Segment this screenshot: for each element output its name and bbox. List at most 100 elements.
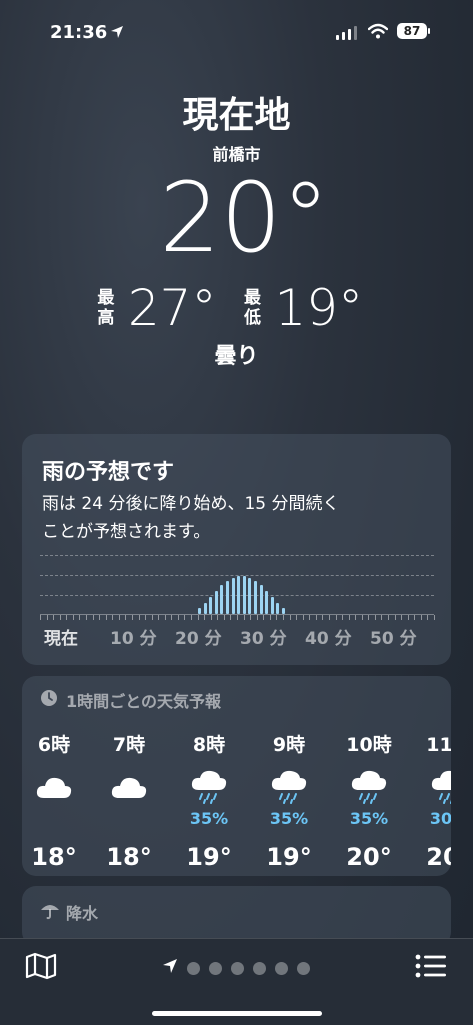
- axis-tick: [204, 615, 205, 620]
- axis-tick: [79, 615, 80, 620]
- clock-icon: [40, 689, 58, 711]
- rain-title: 雨の予想です: [42, 460, 175, 485]
- axis-tick: [47, 615, 48, 620]
- axis-tick: [349, 615, 350, 620]
- rain-bar: [260, 585, 263, 614]
- high-temperature: 27°: [127, 279, 217, 337]
- precip-chance: 35%: [189, 809, 229, 828]
- hourly-forecast-card[interactable]: 1時間ごとの天気予報 6時 18° 7時 18° 8時 35% 19° 9時 35% 19° 10時…: [22, 676, 451, 876]
- precip-chance: 35%: [269, 809, 309, 828]
- precip-chance: [94, 809, 164, 829]
- grid-line: [40, 555, 434, 556]
- precip-chance: [22, 809, 89, 829]
- axis-tick: [395, 615, 396, 620]
- axis-label: 50 分: [370, 629, 417, 649]
- list-button[interactable]: [414, 951, 448, 985]
- hour-label: 9時: [272, 734, 306, 756]
- hour-label: 10時: [346, 734, 392, 756]
- hour-temperature: 20°: [346, 843, 392, 871]
- cloud-rain-icon: [254, 757, 324, 817]
- map-icon: [25, 952, 57, 980]
- page-indicator[interactable]: [162, 958, 310, 978]
- axis-tick: [237, 615, 238, 620]
- axis-tick: [217, 615, 218, 620]
- axis-tick: [296, 615, 297, 620]
- location-title: 現在地: [182, 95, 291, 136]
- high-label: 最高: [97, 288, 115, 328]
- axis-tick: [158, 615, 159, 620]
- hourly-item: 6時 18°: [22, 730, 89, 871]
- list-icon: [415, 954, 446, 978]
- axis-tick: [309, 615, 310, 620]
- axis-label: 40 分: [305, 629, 352, 649]
- axis-tick: [99, 615, 100, 620]
- axis-tick: [257, 615, 258, 620]
- rain-bar: [220, 585, 223, 614]
- axis-tick: [191, 615, 192, 620]
- bottom-toolbar: [0, 938, 473, 1025]
- precipitation-card[interactable]: 降水: [22, 886, 451, 946]
- axis-label: 20 分: [175, 629, 222, 649]
- high-low-row: 最高 27° 最低 19°: [0, 278, 473, 338]
- axis-tick: [145, 615, 146, 620]
- page-dot[interactable]: [187, 961, 200, 975]
- low-label: 最低: [244, 288, 261, 328]
- axis-tick: [119, 615, 120, 620]
- rain-bar: [254, 581, 257, 614]
- hour-temperature: 19°: [186, 843, 232, 871]
- precip-header: 降水: [40, 900, 98, 924]
- axis-tick: [303, 615, 304, 620]
- cloud-icon: [94, 757, 164, 817]
- home-indicator[interactable]: [152, 1011, 322, 1016]
- umbrella-icon: [40, 900, 60, 924]
- page-dot[interactable]: [253, 961, 266, 975]
- rain-bar: [198, 608, 201, 614]
- axis-tick: [230, 615, 231, 620]
- precip-title: 降水: [66, 904, 99, 923]
- axis-tick: [86, 615, 87, 620]
- axis-tick: [125, 615, 126, 620]
- cellular-signal-icon: [336, 26, 357, 40]
- axis-tick: [224, 615, 225, 620]
- axis-tick: [276, 615, 277, 620]
- rain-bar: [209, 597, 212, 614]
- axis-tick: [408, 615, 409, 620]
- rain-forecast-card[interactable]: 雨の予想です 雨は 24 分後に降り始め、15 分間続く ことが予想されます。 …: [22, 434, 451, 665]
- page-dot[interactable]: [231, 961, 244, 975]
- hour-label: 6時: [37, 734, 71, 756]
- hour-temperature: 18°: [106, 843, 152, 871]
- current-temperature: 20°: [159, 162, 330, 274]
- hourly-item: 7時 18°: [94, 730, 164, 871]
- axis-tick: [263, 615, 264, 620]
- hourly-item: 9時 35% 19°: [254, 730, 324, 871]
- axis-ticks: [40, 615, 435, 621]
- axis-tick: [342, 615, 343, 620]
- hourly-item: 10時 35% 20°: [334, 730, 404, 871]
- axis-tick: [66, 615, 67, 620]
- hour-temperature: 19°: [266, 843, 312, 871]
- rain-bar: [276, 603, 279, 614]
- axis-tick: [270, 615, 271, 620]
- page-dot[interactable]: [275, 961, 288, 975]
- hourly-item: 11時 30% 20°: [414, 730, 451, 871]
- battery-level: 87: [397, 23, 427, 39]
- page-dot[interactable]: [297, 961, 310, 975]
- axis-tick: [178, 615, 179, 620]
- precip-chance: 35%: [349, 809, 389, 828]
- rain-description-line: ことが予想されます。: [42, 522, 211, 542]
- map-button[interactable]: [24, 951, 58, 985]
- page-dot[interactable]: [209, 961, 222, 975]
- hourly-item: 8時 35% 19°: [174, 730, 244, 871]
- axis-tick: [368, 615, 369, 620]
- rain-bar: [248, 578, 251, 614]
- axis-tick: [362, 615, 363, 620]
- hour-label: 11時: [426, 734, 451, 756]
- axis-tick: [434, 615, 435, 620]
- axis-tick: [132, 615, 133, 620]
- rain-bar: [237, 576, 240, 614]
- hourly-header: 1時間ごとの天気予報: [40, 688, 221, 712]
- rain-bar: [204, 603, 207, 614]
- location-arrow-icon: [110, 24, 124, 43]
- axis-label: 10 分: [110, 629, 157, 649]
- axis-tick: [414, 615, 415, 620]
